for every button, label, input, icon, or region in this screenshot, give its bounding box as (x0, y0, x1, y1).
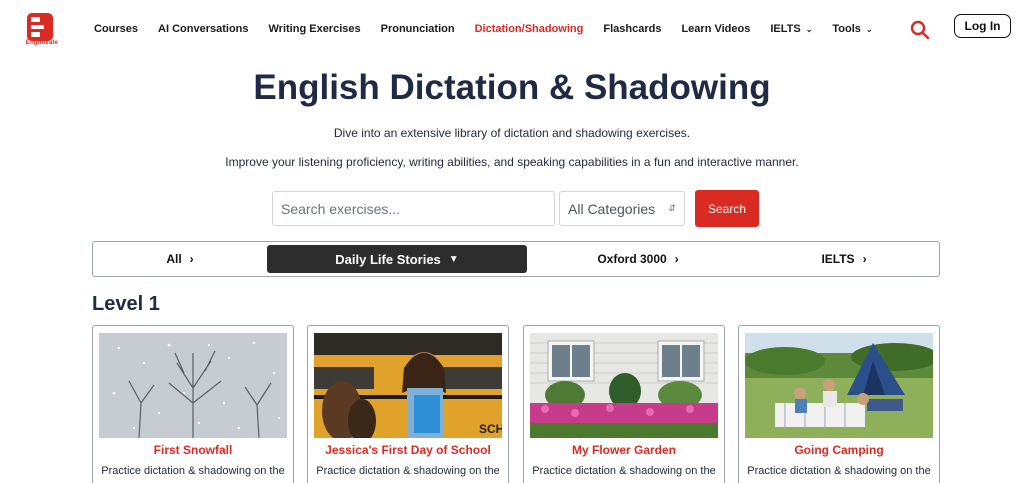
exercise-card-my-flower-garden[interactable]: My Flower Garden Practice dictation & sh… (523, 325, 725, 483)
top-navbar: Engnovate Courses AI Conversations Writi… (0, 0, 1024, 62)
chevron-down-icon: ⌄ (805, 24, 813, 34)
card-image-flower-garden (530, 333, 718, 438)
nav-label: AI Conversations (158, 23, 249, 35)
caret-down-icon: ▼ (448, 253, 459, 265)
nav-flashcards[interactable]: Flashcards (603, 23, 661, 35)
nav-label: IELTS (770, 23, 801, 35)
card-title: First Snowfall (153, 443, 233, 457)
card-image-camping (745, 333, 933, 438)
category-select[interactable]: All Categories ⇵ (559, 191, 685, 226)
search-input[interactable] (272, 191, 555, 226)
nav-label: Dictation/Shadowing (474, 23, 584, 35)
exercise-card-first-snowfall[interactable]: First Snowfall Practice dictation & shad… (92, 325, 294, 483)
nav-label: Learn Videos (681, 23, 751, 35)
card-description: Practice dictation & shadowing on the (316, 465, 500, 477)
tab-oxford-3000[interactable]: Oxford 3000 › (527, 245, 749, 273)
chevron-right-icon: › (189, 252, 194, 266)
tab-label: Daily Life Stories (335, 251, 441, 267)
card-description: Practice dictation & shadowing on the (532, 465, 716, 477)
nav-learn-videos[interactable]: Learn Videos (681, 23, 750, 35)
page-subtitle: Dive into an extensive library of dictat… (333, 126, 691, 140)
category-tabs: All › Daily Life Stories ▼ Oxford 3000 › IE… (92, 241, 940, 277)
nav-pronunciation[interactable]: Pronunciation (381, 23, 455, 35)
chevron-right-icon: › (862, 252, 867, 266)
card-title: Going Camping (794, 443, 884, 457)
search-button[interactable]: Search (695, 190, 759, 227)
tab-daily-life-stories[interactable]: Daily Life Stories ▼ (267, 245, 527, 273)
exercise-card-first-day-of-school[interactable]: SCH Jessica's First Day of School Practi… (307, 325, 509, 483)
login-button[interactable]: Log In (954, 14, 1011, 38)
nav-label: Pronunciation (380, 23, 455, 35)
tab-label: IELTS (821, 252, 855, 266)
card-title: My Flower Garden (571, 443, 677, 457)
nav-dictation-shadowing[interactable]: Dictation/Shadowing (475, 23, 584, 35)
exercise-card-going-camping[interactable]: Going Camping Practice dictation & shado… (738, 325, 940, 483)
chevron-updown-icon: ⇵ (668, 203, 676, 213)
page-subtitle-secondary: Improve your listening proficiency, writ… (225, 155, 799, 169)
card-image-snowfall (99, 333, 287, 438)
tab-label: Oxford 3000 (597, 252, 667, 266)
main-menu: Courses AI Conversations Writing Exercis… (94, 23, 893, 35)
level-heading: Level 1 (92, 293, 160, 315)
nav-tools[interactable]: Tools ⌄ (832, 23, 872, 35)
nav-label: Writing Exercises (268, 23, 361, 35)
nav-label: Flashcards (603, 23, 662, 35)
search-icon[interactable] (909, 19, 931, 41)
logo-text: Engnovate (25, 40, 59, 46)
chevron-right-icon: › (674, 252, 679, 266)
card-description: Practice dictation & shadowing on the (101, 465, 285, 477)
nav-ielts[interactable]: IELTS ⌄ (770, 23, 812, 35)
svg-text:SCH: SCH (479, 422, 502, 436)
nav-courses[interactable]: Courses (94, 23, 138, 35)
chevron-down-icon: ⌄ (865, 24, 873, 34)
tab-all[interactable]: All › (93, 245, 267, 273)
tab-label: All (166, 252, 182, 266)
tab-ielts[interactable]: IELTS › (749, 245, 939, 273)
category-select-value: All Categories (568, 200, 656, 217)
page-title: English Dictation & Shadowing (253, 68, 771, 107)
card-description: Practice dictation & shadowing on the (747, 465, 931, 477)
nav-label: Tools (832, 23, 861, 35)
nav-label: Courses (94, 23, 139, 35)
card-title: Jessica's First Day of School (325, 443, 491, 457)
nav-writing-exercises[interactable]: Writing Exercises (269, 23, 361, 35)
card-image-school-bus: SCH (314, 333, 502, 438)
nav-ai-conversations[interactable]: AI Conversations (158, 23, 248, 35)
